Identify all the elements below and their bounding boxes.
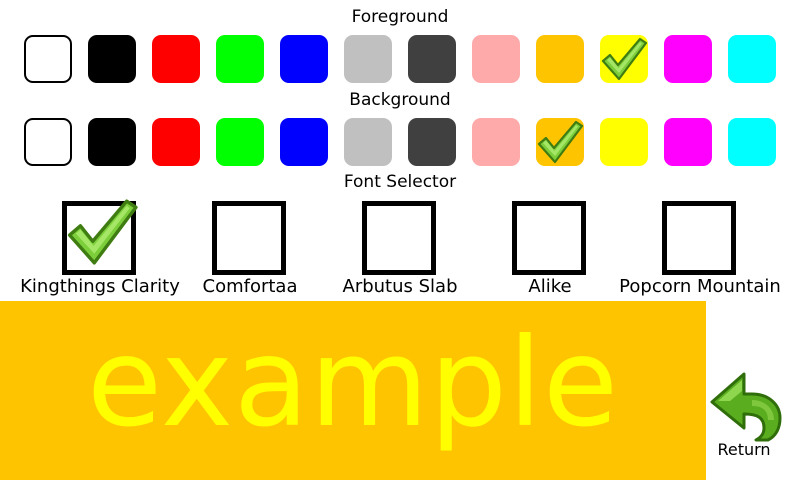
foreground-swatch-magenta[interactable]: [664, 35, 712, 83]
checkmark-icon: [537, 120, 584, 164]
return-arrow-icon: [710, 372, 782, 442]
background-swatch-yellow[interactable]: [600, 118, 648, 166]
foreground-swatch-green[interactable]: [216, 35, 264, 83]
font-checkbox-comfortaa[interactable]: [212, 201, 286, 275]
foreground-swatch-light-gray[interactable]: [344, 35, 392, 83]
background-label: Background: [349, 90, 451, 110]
background-swatch-magenta[interactable]: [664, 118, 712, 166]
return-label: Return: [717, 440, 771, 459]
foreground-swatch-cyan[interactable]: [728, 35, 776, 83]
font-checkbox-popcorn-mountain[interactable]: [662, 201, 736, 275]
background-swatch-row: [0, 118, 800, 166]
foreground-swatch-dark-gray[interactable]: [408, 35, 456, 83]
checkmark-icon: [67, 199, 138, 265]
foreground-swatch-blue[interactable]: [280, 35, 328, 83]
font-checkbox-kingthings-clarity[interactable]: [62, 199, 138, 275]
foreground-swatch-row: [0, 35, 800, 83]
foreground-swatch-black[interactable]: [88, 35, 136, 83]
background-swatch-pink[interactable]: [472, 118, 520, 166]
font-selector-label: Font Selector: [343, 172, 457, 192]
foreground-swatch-pink[interactable]: [472, 35, 520, 83]
background-swatch-dark-gray[interactable]: [408, 118, 456, 166]
background-swatch-white[interactable]: [24, 118, 72, 166]
return-button[interactable]: Return: [704, 368, 784, 464]
preview-area: example: [0, 301, 706, 480]
background-swatch-black[interactable]: [88, 118, 136, 166]
foreground-swatch-white[interactable]: [24, 35, 72, 83]
font-checkbox-alike[interactable]: [512, 201, 586, 275]
foreground-label: Foreground: [351, 7, 449, 27]
background-swatch-blue[interactable]: [280, 118, 328, 166]
font-color-settings-screen: Foreground Background Font Selector King…: [0, 0, 800, 480]
background-swatch-light-gray[interactable]: [344, 118, 392, 166]
font-label-popcorn-mountain[interactable]: Popcorn Mountain: [600, 276, 800, 298]
background-swatch-orange[interactable]: [536, 118, 584, 166]
font-checkbox-arbutus-slab[interactable]: [362, 201, 436, 275]
checkmark-icon: [601, 37, 648, 81]
foreground-swatch-yellow[interactable]: [600, 35, 648, 83]
background-swatch-cyan[interactable]: [728, 118, 776, 166]
foreground-swatch-red[interactable]: [152, 35, 200, 83]
preview-text: example: [86, 312, 620, 454]
background-swatch-green[interactable]: [216, 118, 264, 166]
background-swatch-red[interactable]: [152, 118, 200, 166]
foreground-swatch-orange[interactable]: [536, 35, 584, 83]
